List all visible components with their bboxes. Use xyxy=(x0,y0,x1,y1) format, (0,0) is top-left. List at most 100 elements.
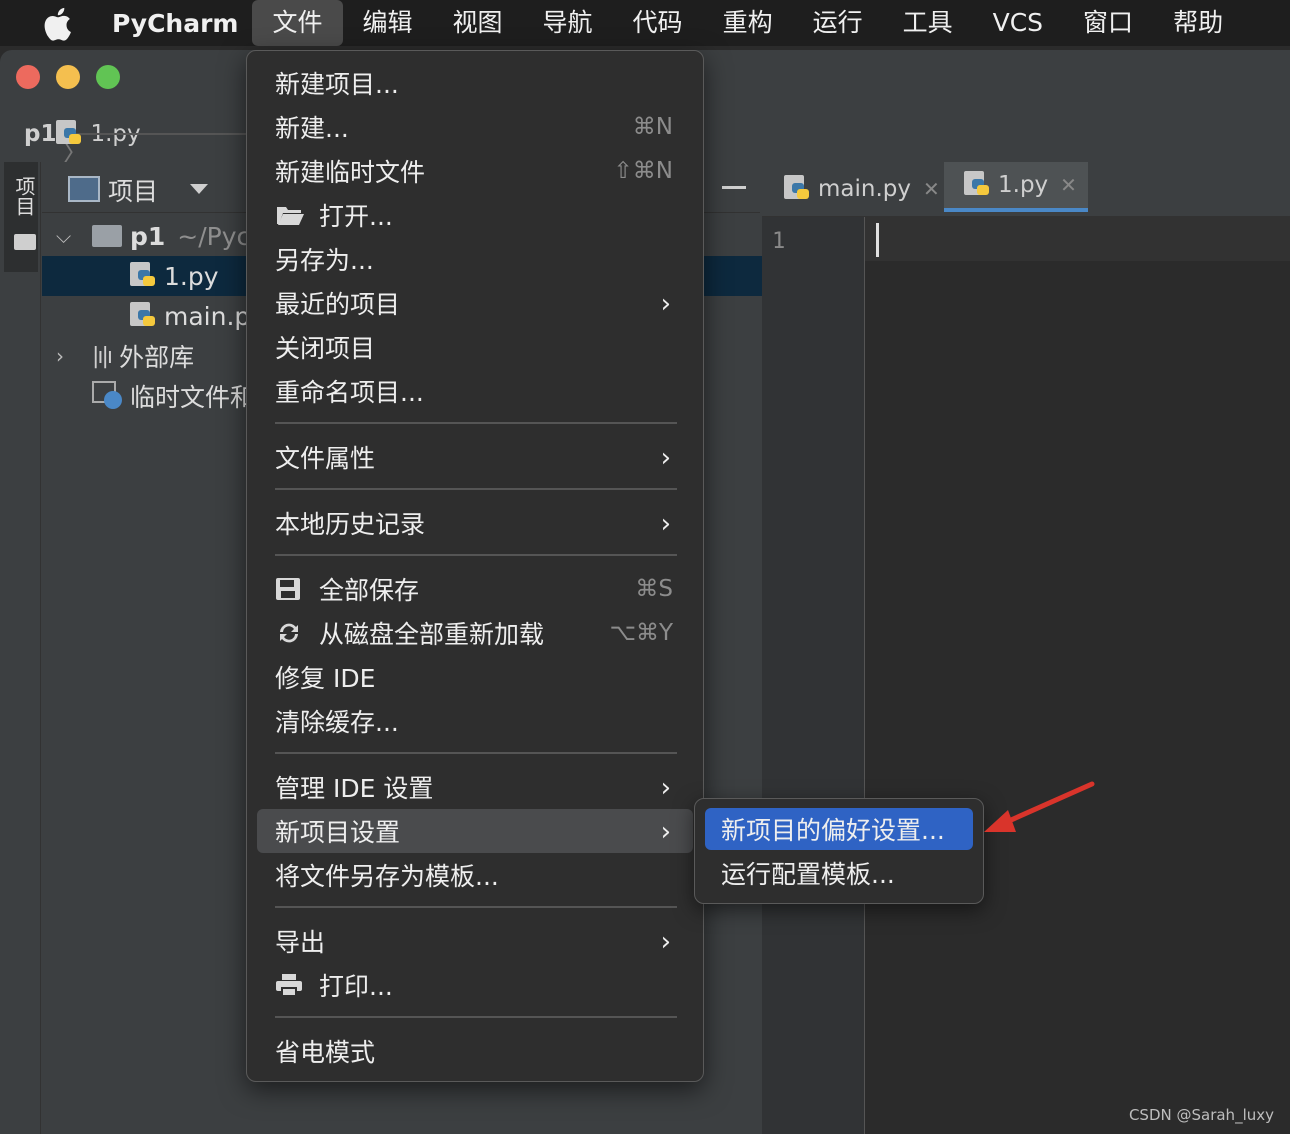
annotation-arrow-icon xyxy=(984,781,1095,832)
minimize-window-button[interactable] xyxy=(56,65,80,89)
menu-item-new-project[interactable]: 新建项目... xyxy=(257,61,693,105)
menu-separator xyxy=(275,752,677,754)
menu-item-label: 从磁盘全部重新加载 xyxy=(319,620,545,649)
open-folder-icon xyxy=(275,203,305,227)
chevron-right-icon: › xyxy=(660,443,671,473)
submenu-item-label: 新项目的偏好设置... xyxy=(721,816,945,845)
python-file-icon xyxy=(784,175,810,203)
tab-label: 1.py xyxy=(998,172,1049,198)
chevron-right-icon[interactable]: › xyxy=(56,344,76,368)
menu-item-manage-ide-settings[interactable]: 管理 IDE 设置 › xyxy=(257,765,693,809)
menu-vcs[interactable]: VCS xyxy=(973,0,1063,46)
menu-item-label: 省电模式 xyxy=(275,1038,376,1067)
menu-item-label: 全部保存 xyxy=(319,576,420,605)
submenu-item-preferences-new-projects[interactable]: 新项目的偏好设置... xyxy=(705,808,973,850)
menu-item-label: 修复 IDE xyxy=(275,664,376,693)
tab-main-py[interactable]: main.py ✕ xyxy=(784,162,940,216)
menu-file[interactable]: 文件 xyxy=(252,0,343,46)
zoom-window-button[interactable] xyxy=(96,65,120,89)
menu-item-local-history[interactable]: 本地历史记录 › xyxy=(257,501,693,545)
menu-view[interactable]: 视图 xyxy=(433,0,523,46)
menu-item-open[interactable]: 打开... xyxy=(257,193,693,237)
submenu-item-label: 运行配置模板... xyxy=(721,860,895,889)
menu-window[interactable]: 窗口 xyxy=(1063,0,1153,46)
printer-icon xyxy=(275,973,305,997)
line-number: 1 xyxy=(772,229,786,254)
menu-item-close-project[interactable]: 关闭项目 xyxy=(257,325,693,369)
menu-item-reload-all[interactable]: 从磁盘全部重新加载 ⌥⌘Y xyxy=(257,611,693,655)
menu-item-new-project-setup[interactable]: 新项目设置 › xyxy=(257,809,693,853)
close-window-button[interactable] xyxy=(16,65,40,89)
chevron-down-icon[interactable]: ⌵ xyxy=(56,224,76,248)
menu-item-label: 新建... xyxy=(275,114,349,143)
menu-item-new[interactable]: 新建... ⌘N xyxy=(257,105,693,149)
apple-logo-icon[interactable] xyxy=(42,7,72,41)
tree-file-label: main.p xyxy=(164,301,251,331)
menu-separator xyxy=(275,554,677,556)
menu-refactor[interactable]: 重构 xyxy=(703,0,793,46)
shortcut-label: ⌘S xyxy=(635,576,673,602)
menu-item-export[interactable]: 导出 › xyxy=(257,919,693,963)
refresh-icon xyxy=(275,621,305,645)
menu-item-label: 关闭项目 xyxy=(275,334,376,363)
scratches-icon xyxy=(92,381,122,411)
menu-separator xyxy=(275,1016,677,1018)
hide-panel-icon[interactable] xyxy=(722,186,746,189)
menu-item-file-properties[interactable]: 文件属性 › xyxy=(257,435,693,479)
menu-bar: PyCharm 文件 编辑 视图 导航 代码 重构 运行 工具 VCS 窗口 帮… xyxy=(0,0,1290,46)
close-tab-icon[interactable]: ✕ xyxy=(1060,173,1077,197)
app-name[interactable]: PyCharm xyxy=(112,9,238,38)
left-tool-strip: 项目 xyxy=(0,162,41,1134)
menu-item-recent-projects[interactable]: 最近的项目 › xyxy=(257,281,693,325)
python-file-icon xyxy=(130,262,156,290)
tab-1-py[interactable]: 1.py ✕ xyxy=(944,162,1088,212)
project-panel-title[interactable]: 项目 xyxy=(108,172,158,208)
menu-code[interactable]: 代码 xyxy=(613,0,703,46)
breadcrumb: p1 〉 1.py xyxy=(24,120,464,169)
menu-item-rename-project[interactable]: 重命名项目... xyxy=(257,369,693,413)
menu-item-label: 新建项目... xyxy=(275,70,399,99)
menu-run[interactable]: 运行 xyxy=(793,0,883,46)
menu-item-label: 清除缓存... xyxy=(275,708,399,737)
menu-item-new-scratch[interactable]: 新建临时文件 ⇧⌘N xyxy=(257,149,693,193)
chevron-down-icon[interactable] xyxy=(190,184,208,194)
watermark: CSDN @Sarah_luxy xyxy=(1128,1106,1274,1124)
library-icon: |ı|ı xyxy=(92,343,113,369)
tab-label: main.py xyxy=(818,176,911,202)
tree-external-libs-label: 外部库 xyxy=(119,343,195,372)
menu-item-save-all[interactable]: 全部保存 ⌘S xyxy=(257,567,693,611)
menu-item-label: 打印... xyxy=(319,972,393,1001)
menu-item-invalidate-caches[interactable]: 清除缓存... xyxy=(257,699,693,743)
save-disk-icon xyxy=(275,577,305,601)
shortcut-label: ⇧⌘N xyxy=(613,158,673,184)
menu-navigate[interactable]: 导航 xyxy=(523,0,613,46)
menu-item-label: 将文件另存为模板... xyxy=(275,862,499,891)
menu-item-save-as[interactable]: 另存为... xyxy=(257,237,693,281)
submenu-item-run-config-templates[interactable]: 运行配置模板... xyxy=(705,852,973,894)
code-editor[interactable]: 1 xyxy=(762,217,1290,1134)
menu-item-label: 新建临时文件 xyxy=(275,158,426,187)
menu-item-save-as-template[interactable]: 将文件另存为模板... xyxy=(257,853,693,897)
chevron-right-icon: › xyxy=(660,773,671,803)
menu-help[interactable]: 帮助 xyxy=(1153,0,1243,46)
shortcut-label: ⌥⌘Y xyxy=(609,620,673,646)
menu-item-repair-ide[interactable]: 修复 IDE xyxy=(257,655,693,699)
file-menu-dropdown: 新建项目... 新建... ⌘N 新建临时文件 ⇧⌘N 打开... 另存为...… xyxy=(246,50,704,1082)
menu-item-power-save[interactable]: 省电模式 xyxy=(257,1029,693,1073)
chevron-right-icon: › xyxy=(660,509,671,539)
menu-edit[interactable]: 编辑 xyxy=(343,0,433,46)
menu-separator xyxy=(275,422,677,424)
menu-tools[interactable]: 工具 xyxy=(883,0,973,46)
chevron-right-icon: › xyxy=(660,289,671,319)
menu-item-label: 最近的项目 xyxy=(275,290,401,319)
menu-item-label: 本地历史记录 xyxy=(275,510,426,539)
menu-item-label: 打开... xyxy=(319,202,393,231)
menu-item-print[interactable]: 打印... xyxy=(257,963,693,1007)
menu-separator xyxy=(275,488,677,490)
breadcrumb-project[interactable]: p1 xyxy=(24,121,56,147)
python-file-icon xyxy=(964,171,990,199)
close-tab-icon[interactable]: ✕ xyxy=(923,177,940,201)
tree-scratches-label: 临时文件和 xyxy=(130,383,256,412)
chevron-right-icon: › xyxy=(660,927,671,957)
tool-tab-project[interactable]: 项目 xyxy=(4,162,38,272)
